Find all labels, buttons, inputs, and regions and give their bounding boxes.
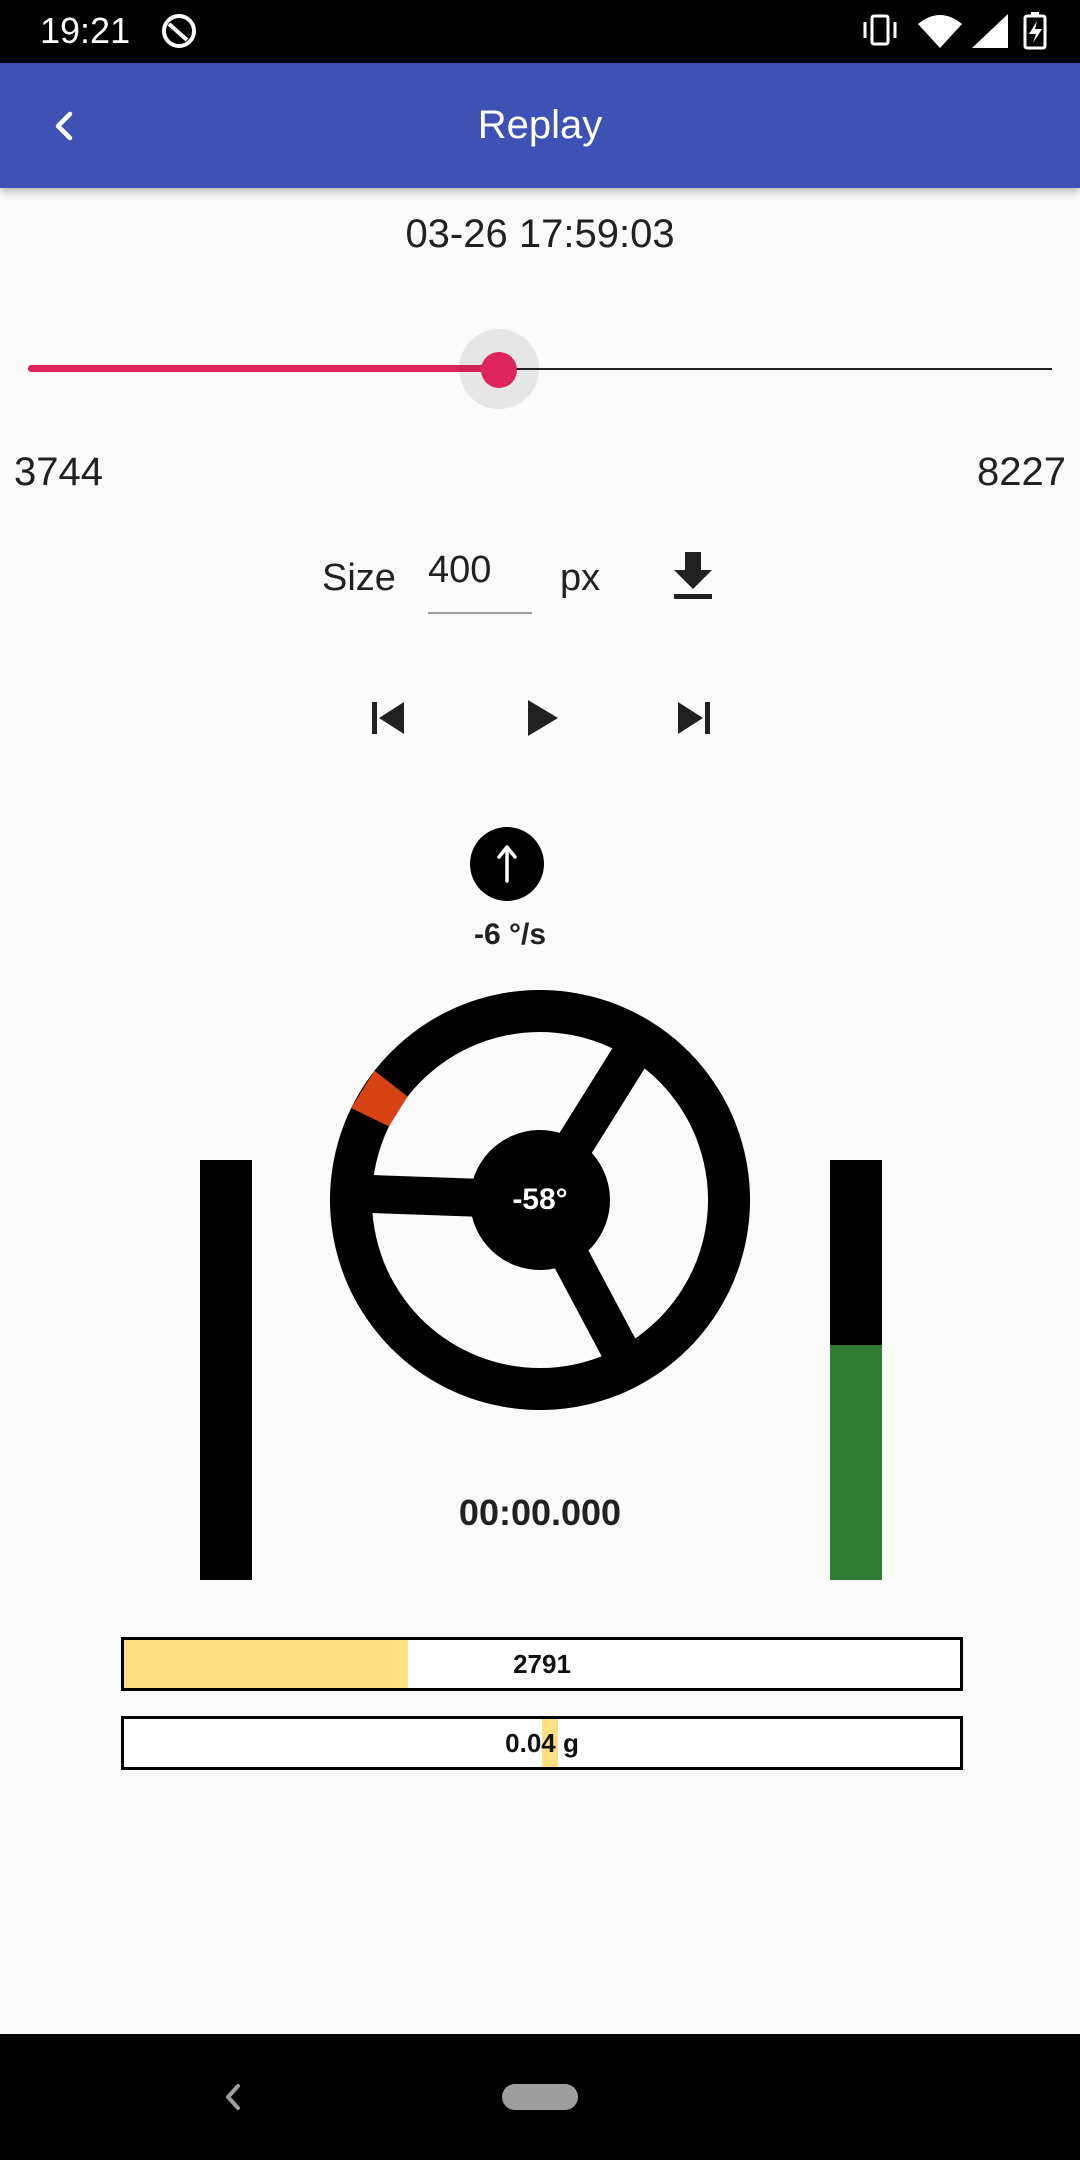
size-field[interactable] — [428, 540, 532, 614]
slider-thumb[interactable] — [481, 352, 517, 388]
page-title: Replay — [477, 103, 603, 147]
g-force-meter: 0.04 g — [121, 1716, 963, 1770]
skip-next-icon — [678, 702, 710, 734]
replay-timestamp: 03-26 17:59:03 — [405, 212, 675, 256]
back-button[interactable] — [30, 91, 100, 161]
elapsed-time: 00:00.000 — [458, 1492, 622, 1533]
skip-next-button[interactable] — [664, 688, 724, 748]
app-bar: Replay — [0, 63, 1080, 188]
range-max-label: 8227 — [977, 450, 1066, 494]
wifi-icon — [918, 15, 962, 48]
status-icons — [863, 12, 1047, 50]
slider-fill — [28, 365, 499, 372]
system-nav-bar — [0, 2034, 1080, 2160]
unit-label: px — [560, 557, 601, 599]
back-icon[interactable] — [212, 2072, 252, 2122]
right-level-fill — [830, 1345, 882, 1580]
steering-angle-label: -58° — [512, 1183, 568, 1216]
signal-icon — [972, 14, 1008, 48]
rate-direction-badge — [470, 827, 544, 901]
status-time: 19:21 — [40, 10, 131, 51]
size-input[interactable] — [428, 540, 532, 600]
arrow-up-icon — [497, 845, 517, 883]
count-meter: 2791 — [121, 1637, 963, 1691]
download-icon — [674, 552, 712, 599]
g-force-label: 0.04 g — [505, 1728, 579, 1758]
vibrate-icon — [863, 14, 897, 46]
home-pill-icon[interactable] — [502, 2084, 578, 2110]
skip-previous-button[interactable] — [358, 688, 418, 748]
rate-value: -6 °/s — [473, 918, 547, 951]
app-notification-icon — [162, 14, 196, 48]
range-min-label: 3744 — [14, 450, 103, 494]
skip-previous-icon — [372, 702, 404, 734]
replay-slider[interactable] — [28, 329, 1052, 410]
count-meter-label: 2791 — [513, 1649, 571, 1679]
size-label: Size — [322, 557, 396, 599]
play-button[interactable] — [512, 688, 572, 748]
chevron-left-icon — [55, 111, 73, 141]
battery-charging-icon — [1023, 12, 1047, 50]
play-icon — [528, 700, 558, 736]
status-bar: 19:21 — [0, 0, 1080, 63]
download-button[interactable] — [668, 548, 718, 602]
